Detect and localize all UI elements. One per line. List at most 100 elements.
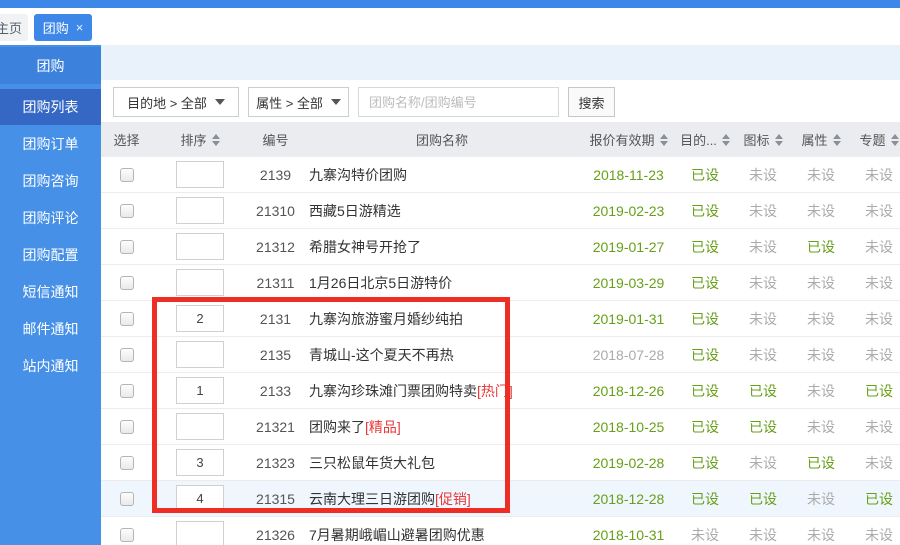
sort-input[interactable] xyxy=(176,305,224,332)
cell-destination-status: 已设 xyxy=(676,409,734,444)
cell-topic-status: 未设 xyxy=(850,265,900,300)
sort-arrows-icon[interactable] xyxy=(722,134,730,146)
sort-arrows-icon[interactable] xyxy=(775,134,783,146)
main-content: 目的地 > 全部 属性 > 全部 搜索 选择排序编号团购名称报价有效期目的...… xyxy=(101,45,900,545)
valid-date: 2019-03-29 xyxy=(593,275,665,291)
cell-attribute-status: 未设 xyxy=(792,337,850,372)
col-header-destination[interactable]: 目的... xyxy=(676,122,734,157)
cell-name: 团购来了[精品] xyxy=(303,409,581,444)
sort-input[interactable] xyxy=(176,269,224,296)
row-checkbox[interactable] xyxy=(120,492,134,506)
row-checkbox[interactable] xyxy=(120,168,134,182)
groupbuy-name: 团购来了 xyxy=(309,417,365,437)
cell-destination-status: 未设 xyxy=(676,517,734,545)
icon-status: 未设 xyxy=(749,525,777,545)
row-checkbox[interactable] xyxy=(120,528,134,542)
row-checkbox[interactable] xyxy=(120,204,134,218)
sidebar-item-6[interactable]: 邮件通知 xyxy=(0,311,101,347)
tab-close-icon[interactable]: × xyxy=(76,21,84,34)
cell-topic-status: 已设 xyxy=(850,481,900,516)
attribute-status: 未设 xyxy=(807,309,835,329)
table-body: 2139九寨沟特价团购2018-11-23已设未设未设未设21310西藏5日游精… xyxy=(101,157,900,545)
sidebar-items: 团购列表团购订单团购咨询团购评论团购配置短信通知邮件通知站内通知 xyxy=(0,89,101,385)
filter-bar: 目的地 > 全部 属性 > 全部 搜索 xyxy=(101,80,900,122)
cell-destination-status: 已设 xyxy=(676,265,734,300)
tab-groupbuy[interactable]: 团购 × xyxy=(34,14,92,41)
sort-arrows-icon[interactable] xyxy=(891,134,899,146)
table-row: 2139九寨沟特价团购2018-11-23已设未设未设未设 xyxy=(101,157,900,193)
sidebar-item-7[interactable]: 站内通知 xyxy=(0,348,101,384)
col-header-attribute[interactable]: 属性 xyxy=(792,122,850,157)
cell-topic-status: 未设 xyxy=(850,517,900,545)
sort-input[interactable] xyxy=(176,521,224,545)
sort-arrows-icon[interactable] xyxy=(212,134,220,146)
cell-valid-date: 2018-12-28 xyxy=(581,481,676,516)
search-input[interactable] xyxy=(358,87,559,117)
cell-select xyxy=(101,301,152,336)
destination-status: 已设 xyxy=(691,489,719,509)
cell-name: 九寨沟旅游蜜月婚纱纯拍 xyxy=(303,301,581,336)
search-button[interactable]: 搜索 xyxy=(568,87,615,117)
topic-status: 未设 xyxy=(865,525,893,545)
row-checkbox[interactable] xyxy=(120,240,134,254)
sort-input[interactable] xyxy=(176,341,224,368)
row-checkbox[interactable] xyxy=(120,420,134,434)
sidebar-item-3[interactable]: 团购评论 xyxy=(0,200,101,236)
sort-input[interactable] xyxy=(176,377,224,404)
row-checkbox[interactable] xyxy=(120,348,134,362)
topic-status: 未设 xyxy=(865,273,893,293)
sort-input[interactable] xyxy=(176,161,224,188)
sort-input[interactable] xyxy=(176,233,224,260)
table-row: 21323三只松鼠年货大礼包2019-02-28已设未设已设未设 xyxy=(101,445,900,481)
col-header-label: 选择 xyxy=(113,130,139,149)
sort-input[interactable] xyxy=(176,197,224,224)
col-header-valid-date[interactable]: 报价有效期 xyxy=(581,122,676,157)
cell-select xyxy=(101,517,152,545)
topic-status: 未设 xyxy=(865,165,893,185)
valid-date: 2018-07-28 xyxy=(593,347,665,363)
sort-input[interactable] xyxy=(176,449,224,476)
cell-icon-status: 未设 xyxy=(734,229,792,264)
cell-icon-status: 已设 xyxy=(734,373,792,408)
table-row: 21312希腊女神号开抢了2019-01-27已设未设已设未设 xyxy=(101,229,900,265)
destination-dropdown[interactable]: 目的地 > 全部 xyxy=(113,87,239,117)
sidebar-item-0[interactable]: 团购列表 xyxy=(0,89,101,125)
col-header-sort[interactable]: 排序 xyxy=(152,122,248,157)
sidebar-item-5[interactable]: 短信通知 xyxy=(0,274,101,310)
cell-destination-status: 已设 xyxy=(676,193,734,228)
cell-topic-status: 已设 xyxy=(850,373,900,408)
tab-home[interactable]: 主页 xyxy=(0,14,28,41)
row-checkbox[interactable] xyxy=(120,456,134,470)
col-header-id: 编号 xyxy=(248,122,303,157)
sort-input[interactable] xyxy=(176,485,224,512)
cell-select xyxy=(101,229,152,264)
cell-valid-date: 2018-10-25 xyxy=(581,409,676,444)
cell-destination-status: 已设 xyxy=(676,157,734,192)
groupbuy-name: 九寨沟旅游蜜月婚纱纯拍 xyxy=(309,309,463,329)
col-header-label: 编号 xyxy=(262,130,288,149)
row-checkbox[interactable] xyxy=(120,312,134,326)
cell-select xyxy=(101,409,152,444)
row-checkbox[interactable] xyxy=(120,384,134,398)
cell-destination-status: 已设 xyxy=(676,373,734,408)
groupbuy-id: 21326 xyxy=(256,527,295,543)
chevron-down-icon xyxy=(331,99,341,105)
attribute-status: 未设 xyxy=(807,273,835,293)
topic-status: 未设 xyxy=(865,201,893,221)
sort-input[interactable] xyxy=(176,413,224,440)
attribute-dropdown[interactable]: 属性 > 全部 xyxy=(248,87,349,117)
row-checkbox[interactable] xyxy=(120,276,134,290)
sidebar-item-2[interactable]: 团购咨询 xyxy=(0,163,101,199)
cell-destination-status: 已设 xyxy=(676,481,734,516)
col-header-icon[interactable]: 图标 xyxy=(734,122,792,157)
col-header-topic[interactable]: 专题 xyxy=(850,122,900,157)
cell-select xyxy=(101,193,152,228)
sidebar-item-4[interactable]: 团购配置 xyxy=(0,237,101,273)
sidebar-item-1[interactable]: 团购订单 xyxy=(0,126,101,162)
sort-arrows-icon[interactable] xyxy=(660,134,668,146)
sort-arrows-icon[interactable] xyxy=(833,134,841,146)
cell-sort xyxy=(152,193,248,228)
cell-sort xyxy=(152,445,248,480)
attribute-status: 未设 xyxy=(807,345,835,365)
icon-status: 未设 xyxy=(749,201,777,221)
